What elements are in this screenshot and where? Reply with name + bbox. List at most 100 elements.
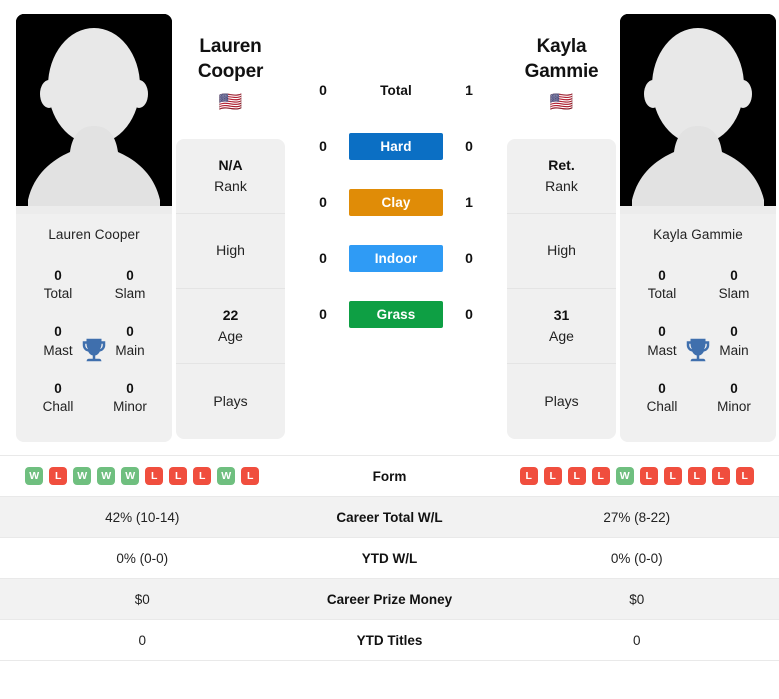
surface-badge-indoor[interactable]: Indoor	[349, 244, 443, 272]
left-last-name: Cooper	[197, 61, 264, 83]
h2h-row-hard: 0 Hard 0	[297, 118, 495, 174]
form-badge-loss[interactable]: L	[687, 467, 706, 486]
title-main: 0 Main	[102, 323, 158, 359]
right-plays-cell: Plays	[507, 364, 616, 439]
table-row: 0% (0-0) YTD W/L 0% (0-0)	[0, 538, 779, 580]
h2h-right-score: 0	[465, 250, 473, 266]
left-avatar-name: Lauren Cooper	[16, 214, 172, 257]
left-info-card: N/A Rank High 22 Age Plays	[176, 139, 285, 440]
left-high-label: High	[216, 242, 245, 259]
title-slam-label: Slam	[718, 286, 750, 302]
surface-badge-grass[interactable]: Grass	[349, 300, 443, 328]
h2h-right-score: 0	[465, 138, 473, 154]
right-player-name[interactable]: Kayla Gammie	[507, 14, 616, 84]
title-chall-label: Chall	[646, 399, 678, 415]
title-minor: 0 Minor	[102, 380, 158, 416]
title-mast-value: 0	[658, 324, 666, 340]
united-states-flag: 🇺🇸	[549, 92, 574, 114]
h2h-right-score: 1	[465, 82, 473, 98]
form-badge-loss[interactable]: L	[49, 467, 68, 486]
left-player-avatar	[16, 14, 172, 214]
form-badge-win[interactable]: W	[97, 467, 116, 486]
trophy-icon	[683, 335, 713, 365]
right-rank-cell: Ret. Rank	[507, 139, 616, 215]
title-main-label: Main	[719, 342, 749, 358]
title-slam-label: Slam	[114, 286, 146, 302]
title-minor: 0 Minor	[706, 380, 762, 416]
left-player-card[interactable]: Lauren Cooper 0 Total 0 Slam 0 Mast 0 Ma…	[16, 14, 172, 443]
left-rank-label: Rank	[214, 177, 247, 194]
title-slam-value: 0	[730, 268, 738, 283]
form-badge-loss[interactable]: L	[241, 467, 260, 486]
form-badge-loss[interactable]: L	[735, 467, 754, 486]
h2h-left-score: 0	[319, 82, 327, 98]
form-badge-loss[interactable]: L	[543, 467, 562, 486]
h2h-left-score: 0	[319, 194, 327, 210]
form-badge-loss[interactable]: L	[663, 467, 682, 486]
form-badge-loss[interactable]: L	[519, 467, 538, 486]
title-slam: 0 Slam	[102, 267, 158, 303]
left-titles-grid: 0 Total 0 Slam 0 Mast 0 Main 0 Chall 0 M…	[16, 257, 172, 443]
title-main-value: 0	[126, 324, 134, 340]
right-age-label: Age	[549, 327, 574, 344]
form-badge-win[interactable]: W	[615, 467, 634, 486]
left-rank-cell: N/A Rank	[176, 139, 285, 215]
form-badge-loss[interactable]: L	[169, 467, 188, 486]
right-titles-grid: 0 Total 0 Slam 0 Mast 0 Main 0 Chall 0 M…	[620, 257, 776, 443]
right-ytd_wl: 0% (0-0)	[610, 550, 663, 566]
right-player-avatar	[620, 14, 776, 214]
form-badge-win[interactable]: W	[73, 467, 92, 486]
form-badge-loss[interactable]: L	[567, 467, 586, 486]
form-badge-loss[interactable]: L	[145, 467, 164, 486]
title-total-label: Total	[43, 286, 73, 302]
title-mast-label: Mast	[43, 342, 73, 358]
form-badge-loss[interactable]: L	[639, 467, 658, 486]
right-high-cell: High	[507, 214, 616, 290]
form-badge-loss[interactable]: L	[193, 467, 212, 486]
title-chall-value: 0	[54, 380, 62, 396]
surface-badge-clay[interactable]: Clay	[349, 188, 443, 216]
left-first-name: Lauren	[199, 36, 262, 57]
left-age-label: Age	[218, 327, 243, 344]
title-minor-value: 0	[126, 380, 134, 396]
table-row: 42% (10-14) Career Total W/L 27% (8-22)	[0, 497, 779, 539]
right-info-column: Kayla Gammie 🇺🇸 Ret. Rank High 31 Age Pl…	[503, 14, 620, 440]
title-total-value: 0	[658, 268, 666, 283]
title-main-label: Main	[115, 342, 145, 358]
h2h-row-grass: 0 Grass 0	[297, 286, 495, 342]
stats-comparison-table: W L W W W L L L W L Form L L L L W L L L L L 42% (10-14) Caree…	[0, 455, 779, 662]
title-chall: 0 Chall	[634, 380, 690, 416]
left-player-column: Lauren Cooper 0 Total 0 Slam 0 Mast 0 Ma…	[16, 14, 172, 443]
right-info-card: Ret. Rank High 31 Age Plays	[507, 139, 616, 440]
right-career_total_wl: 27% (8-22)	[603, 509, 671, 525]
left-age-cell: 22 Age	[176, 289, 285, 365]
form-badge-loss[interactable]: L	[591, 467, 610, 486]
surface-badge-hard[interactable]: Hard	[349, 132, 443, 160]
left-player-name[interactable]: Lauren Cooper	[176, 14, 285, 84]
right-high-label: High	[547, 242, 576, 259]
head-to-head-panel: 0 Total 1 0 Hard 0 0 Clay 1 0 Indoor 0 0 Grass 0	[289, 14, 503, 342]
left-plays-cell: Plays	[176, 364, 285, 439]
titles-row: 0 Total 0 Slam	[16, 257, 172, 313]
right-player-column: Kayla Gammie 0 Total 0 Slam 0 Mast 0 Mai…	[620, 14, 776, 443]
title-total: 0 Total	[634, 267, 690, 303]
comparison-header: Lauren Cooper 0 Total 0 Slam 0 Mast 0 Ma…	[0, 0, 779, 443]
form-badge-win[interactable]: W	[121, 467, 140, 486]
player-comparison-page: Lauren Cooper 0 Total 0 Slam 0 Mast 0 Ma…	[0, 0, 779, 699]
title-total-value: 0	[54, 268, 62, 283]
title-slam-value: 0	[126, 268, 134, 283]
right-player-card[interactable]: Kayla Gammie 0 Total 0 Slam 0 Mast 0 Mai…	[620, 14, 776, 443]
left-high-cell: High	[176, 214, 285, 290]
left-career_prize_money: $0	[134, 591, 150, 607]
titles-row: 0 Total 0 Slam	[620, 257, 776, 313]
trophy-icon	[79, 335, 109, 365]
form-badge-win[interactable]: W	[25, 467, 44, 486]
right-form-cell: LLLLWLLLLL	[495, 458, 779, 494]
title-minor-value: 0	[730, 380, 738, 396]
form-badge-list: LLLLWLLLLL	[505, 467, 770, 486]
form-badge-loss[interactable]: L	[711, 467, 730, 486]
h2h-row-indoor: 0 Indoor 0	[297, 230, 495, 286]
title-chall-label: Chall	[42, 399, 74, 415]
stat-label: Career Total W/L	[336, 509, 443, 525]
form-badge-win[interactable]: W	[217, 467, 236, 486]
